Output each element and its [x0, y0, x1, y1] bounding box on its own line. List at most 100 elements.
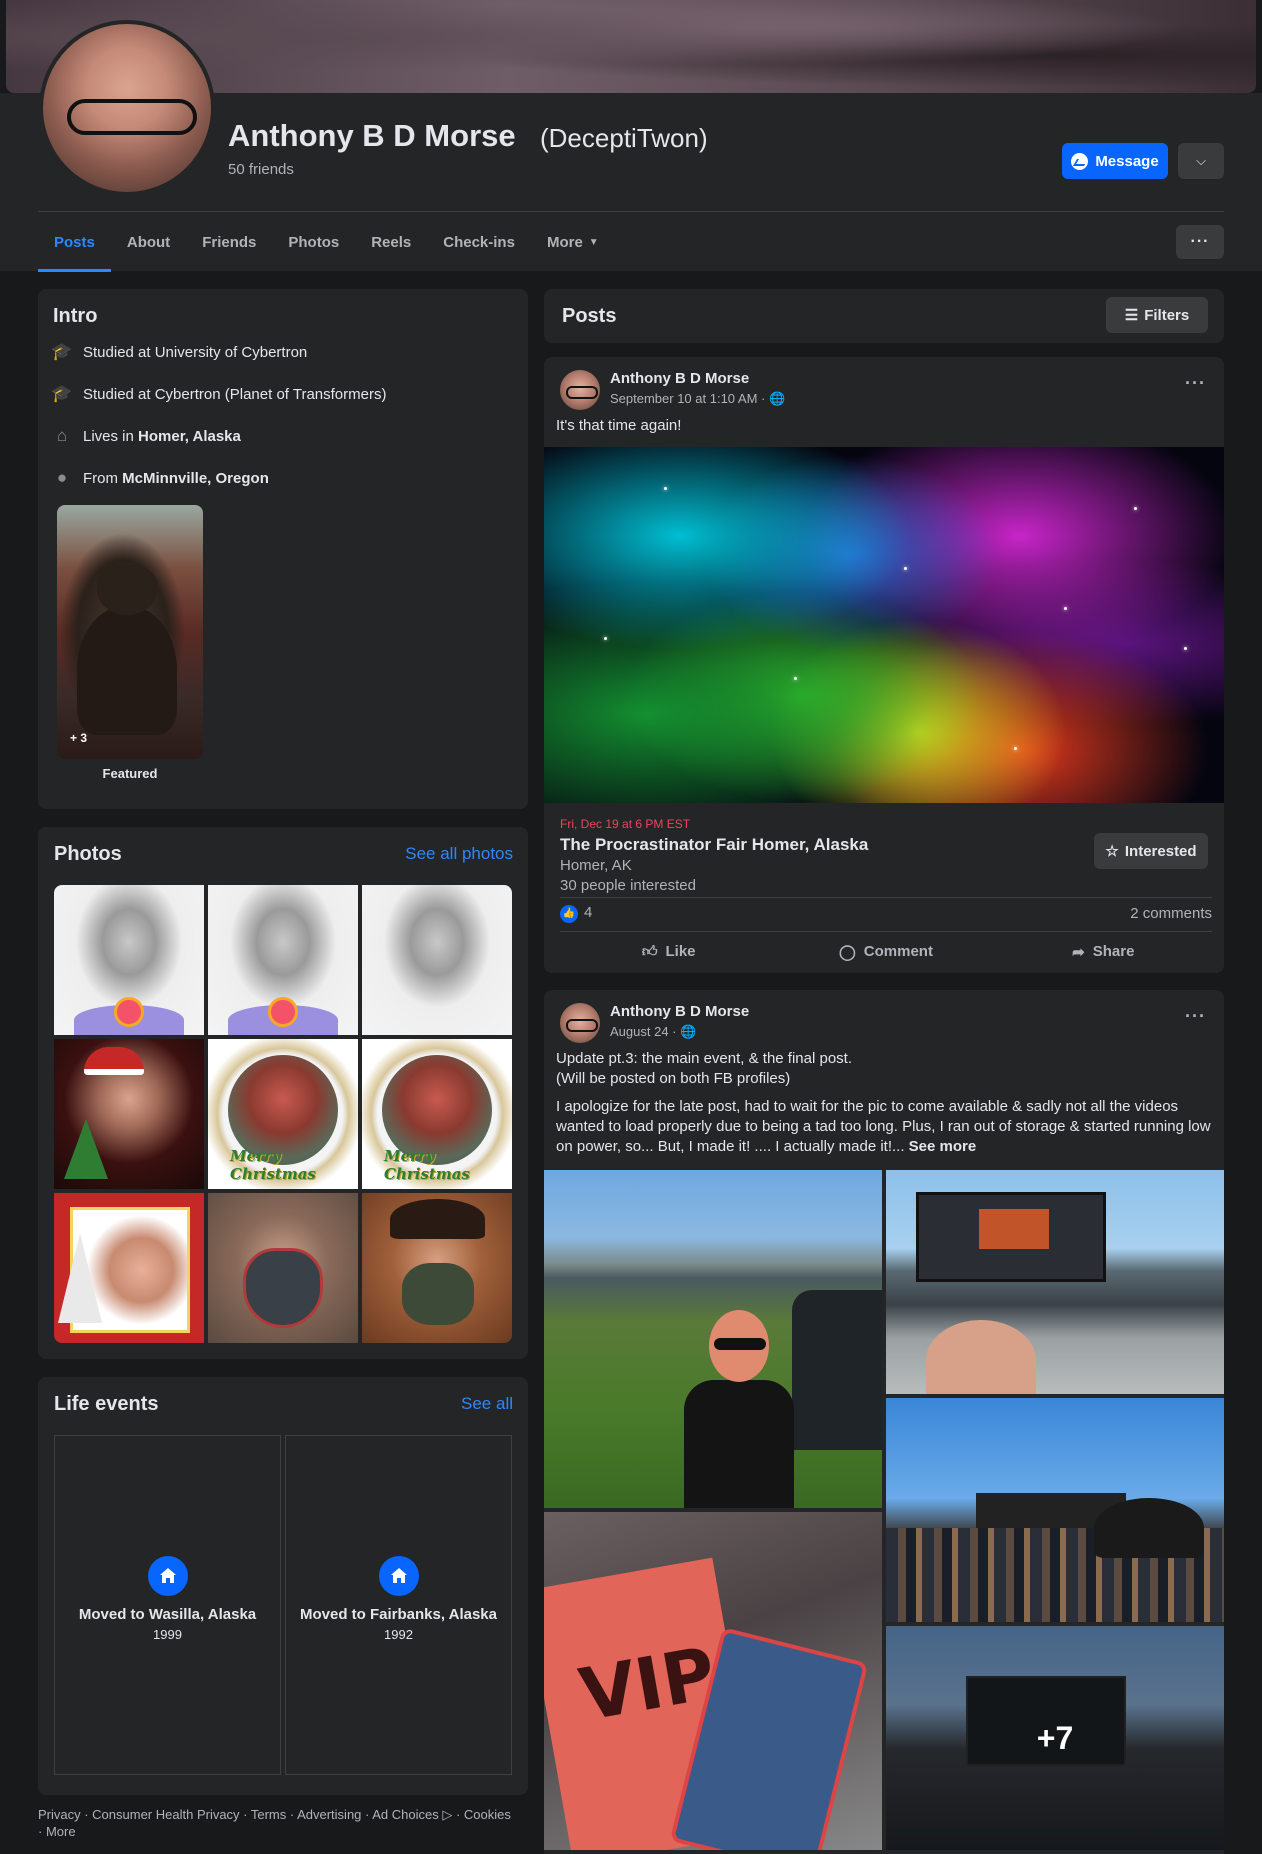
post-options-button[interactable]: ··· — [1185, 1006, 1206, 1027]
cat-image — [77, 605, 177, 735]
tab-check-ins[interactable]: Check-ins — [427, 212, 531, 272]
photo-thumbnail[interactable]: Merry Christmas — [208, 1039, 358, 1189]
home-icon — [378, 1556, 419, 1596]
cat-face — [97, 565, 157, 615]
post-author-name[interactable]: Anthony B D Morse — [610, 370, 749, 387]
featured-count: + 3 — [70, 731, 88, 745]
see-all-photos-link[interactable]: See all photos — [405, 844, 513, 864]
intro-item-residence: ⌂ Lives in Homer, Alaska — [52, 426, 241, 446]
photo-thumbnail[interactable] — [362, 1193, 512, 1343]
filters-icon: ☰ — [1124, 307, 1139, 324]
intro-item-text: Studied at Cybertron (Planet of Transfor… — [83, 385, 387, 403]
event-date: Fri, Dec 19 at 6 PM EST — [560, 817, 691, 831]
post-photo[interactable] — [886, 1170, 1224, 1394]
tab-posts[interactable]: Posts — [38, 212, 111, 272]
share-button[interactable]: ➦ Share — [995, 932, 1212, 971]
share-icon: ➦ — [1072, 943, 1085, 961]
intro-item-education: 🎓 Studied at University of Cybertron — [51, 342, 308, 362]
interested-button[interactable]: ☆ Interested — [1094, 833, 1208, 869]
life-events-card: Life events See all Moved to Wasilla, Al… — [38, 1377, 528, 1795]
post-author-avatar[interactable] — [560, 370, 600, 410]
like-button[interactable]: 👍︎ Like — [560, 932, 777, 971]
profile-tabs: Posts About Friends Photos Reels Check-i… — [38, 212, 615, 272]
filters-button[interactable]: ☰ Filters — [1106, 297, 1208, 333]
life-events-see-all-link[interactable]: See all — [461, 1394, 513, 1414]
home-icon — [147, 1556, 188, 1596]
photo-thumbnail[interactable]: Merry Christmas — [362, 1039, 512, 1189]
post-timestamp[interactable]: August 24 · 🌐 — [610, 1024, 696, 1040]
tab-label: Friends — [202, 233, 257, 251]
photo-thumbnail[interactable] — [362, 885, 512, 1035]
tab-label: Reels — [371, 233, 412, 251]
photo-thumbnail[interactable] — [208, 885, 358, 1035]
posts-title: Posts — [562, 305, 617, 327]
tab-reels[interactable]: Reels — [355, 212, 427, 272]
intro-item-text: Studied at University of Cybertron — [83, 343, 308, 361]
intro-link-mcminnville[interactable]: McMinnville, Oregon — [122, 470, 269, 487]
interested-label: Interested — [1124, 842, 1197, 860]
featured-story[interactable]: + 3 — [57, 505, 203, 759]
profile-avatar[interactable] — [39, 20, 215, 196]
post-actions: 👍︎ Like ◯ Comment ➦ Share — [560, 931, 1212, 971]
message-button[interactable]: Message — [1062, 143, 1168, 179]
profile-dropdown-button[interactable]: ⌵ — [1178, 143, 1224, 179]
reaction-count[interactable]: 👍 4 — [560, 904, 592, 923]
comment-icon: ◯ — [839, 943, 856, 961]
post-text-line: Update pt.3: the main event, & the final… — [556, 1050, 853, 1067]
tab-photos[interactable]: Photos — [272, 212, 355, 272]
photos-card: Photos See all photos Merry Christmas Me… — [38, 827, 528, 1359]
life-event-item[interactable]: Moved to Fairbanks, Alaska 1992 — [285, 1435, 512, 1775]
post-author-name[interactable]: Anthony B D Morse — [610, 1003, 749, 1020]
post-timestamp[interactable]: September 10 at 1:10 AM · 🌐 — [610, 391, 785, 407]
intro-item-hometown: ● From McMinnville, Oregon — [52, 468, 269, 488]
tab-label: About — [126, 233, 171, 251]
life-event-item[interactable]: Moved to Wasilla, Alaska 1999 — [54, 1435, 281, 1775]
post-photo[interactable] — [544, 1170, 882, 1508]
comment-button[interactable]: ◯ Comment — [777, 932, 994, 971]
home-icon: ⌂ — [56, 426, 68, 445]
tab-friends[interactable]: Friends — [186, 212, 272, 272]
tab-more[interactable]: More ▼ — [531, 212, 615, 272]
thumbs-up-icon: 👍 — [560, 904, 578, 923]
life-event-year: 1992 — [384, 1627, 413, 1642]
posts-header-card: Posts ☰ Filters — [544, 289, 1224, 343]
post-author-avatar[interactable] — [560, 1003, 600, 1043]
avatar-glasses — [67, 99, 197, 135]
post-photo[interactable]: +7 — [886, 1626, 1224, 1850]
footer-links[interactable]: Privacy · Consumer Health Privacy · Term… — [38, 1806, 518, 1840]
photo-thumbnail[interactable] — [208, 1193, 358, 1343]
post-text: Update pt.3: the main event, & the final… — [556, 1049, 1212, 1157]
post-options-button[interactable]: ··· — [1185, 373, 1206, 394]
friends-count[interactable]: 50 friends — [228, 161, 294, 178]
featured-label: Featured — [102, 766, 158, 781]
photo-thumbnail[interactable] — [54, 1193, 204, 1343]
ellipsis-icon: ··· — [1190, 233, 1210, 250]
comments-count[interactable]: 2 comments — [1130, 905, 1212, 922]
photo-thumbnail[interactable] — [54, 1039, 204, 1189]
post-card: Anthony B D Morse August 24 · 🌐 ··· Upda… — [544, 990, 1224, 1854]
graduation-cap-icon: 🎓 — [51, 384, 73, 403]
intro-item-text: Lives in Homer, Alaska — [83, 427, 241, 445]
see-more-link[interactable]: See more — [909, 1138, 977, 1155]
message-button-label: Message — [1095, 152, 1159, 170]
event-cover-image[interactable] — [544, 447, 1224, 803]
profile-name: Anthony B D Morse — [228, 118, 516, 153]
tab-label: Check-ins — [443, 233, 515, 251]
messenger-icon — [1071, 152, 1089, 170]
intro-card: Intro 🎓 Studied at University of Cybertr… — [38, 289, 528, 809]
post-photo-mosaic: VIP +7 — [544, 1170, 1224, 1850]
tabs-more-options-button[interactable]: ··· — [1176, 225, 1224, 259]
photo-thumbnail[interactable] — [54, 885, 204, 1035]
event-title[interactable]: The Procrastinator Fair Homer, Alaska — [560, 835, 868, 855]
intro-item-text: From McMinnville, Oregon — [83, 469, 269, 487]
reactions-row: 👍 4 2 comments — [560, 897, 1212, 929]
tab-about[interactable]: About — [111, 212, 186, 272]
life-events-title: Life events — [54, 1393, 159, 1415]
star-icon: ☆ — [1105, 843, 1119, 860]
post-photo[interactable] — [886, 1398, 1224, 1622]
heart-icon — [114, 997, 144, 1027]
location-pin-icon: ● — [56, 468, 68, 487]
post-photo[interactable]: VIP — [544, 1512, 882, 1850]
intro-link-homer[interactable]: Homer, Alaska — [138, 428, 241, 445]
tab-label: More — [546, 233, 583, 251]
